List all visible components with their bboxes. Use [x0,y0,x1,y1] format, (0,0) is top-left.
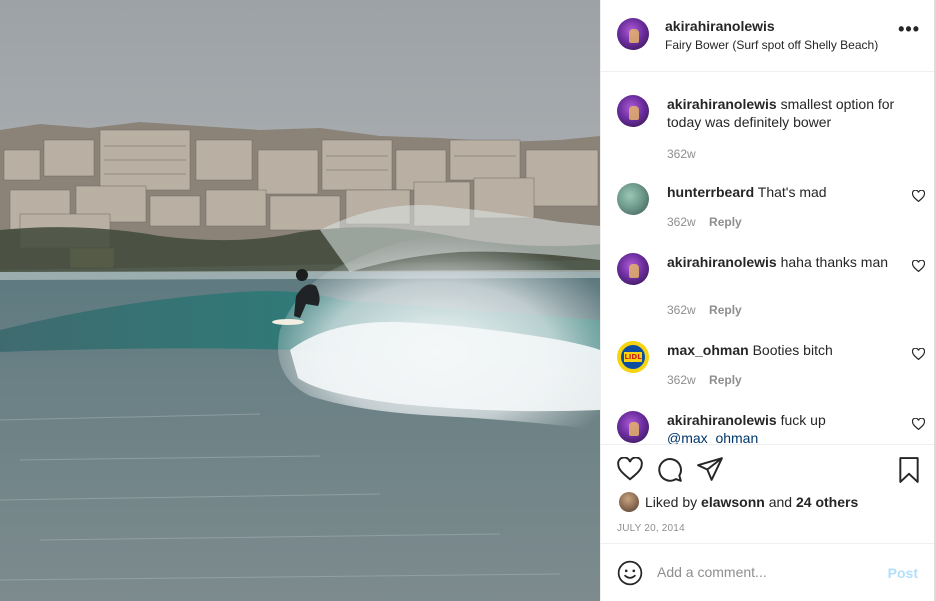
post-details-panel: akirahiranolewis Fairy Bower (Surf spot … [600,0,936,601]
comment-item: LIDL max_ohman Booties bitch 362w Reply [617,341,926,391]
comment-meta: 362w Reply [667,215,742,229]
like-comment-heart-icon[interactable] [911,259,926,275]
commenter-avatar[interactable] [617,183,649,215]
author-avatar[interactable] [617,18,649,50]
comment-body: akirahiranolewis haha thanks man [667,253,897,271]
comment-username[interactable]: akirahiranolewis [667,412,777,428]
post-comment-button[interactable]: Post [888,565,918,581]
comment-icon[interactable] [657,457,683,486]
caption-comment: akirahiranolewis smallest option for tod… [617,95,917,165]
comment-time[interactable]: 362w [667,303,696,317]
reply-button[interactable]: Reply [709,303,742,317]
bookmark-icon[interactable] [898,457,920,486]
post-date[interactable]: JULY 20, 2014 [617,523,685,534]
post-actions: Liked by elawsonn and 24 others JULY 20,… [601,444,934,544]
more-options-icon[interactable]: ••• [898,20,920,38]
comment-text: Booties bitch [752,342,833,358]
comment-time[interactable]: 362w [667,373,696,387]
comment-username[interactable]: akirahiranolewis [667,96,777,112]
post-photo[interactable] [0,0,600,601]
reply-button[interactable]: Reply [709,373,742,387]
comment-time[interactable]: 362w [667,215,696,229]
comment-meta: 362w [667,147,696,161]
comment-text: fuck up [780,412,826,428]
like-comment-heart-icon[interactable] [911,189,926,205]
author-username[interactable]: akirahiranolewis [665,18,775,34]
likes-joiner: and [768,494,793,510]
reply-button[interactable]: Reply [709,215,742,229]
comments-list[interactable]: akirahiranolewis smallest option for tod… [601,73,934,444]
likes-others-link[interactable]: 24 others [796,494,858,510]
commenter-avatar[interactable] [617,253,649,285]
commenter-avatar[interactable] [617,95,649,127]
post-header: akirahiranolewis Fairy Bower (Surf spot … [601,0,934,72]
comment-meta: 362w Reply [667,373,742,387]
comment-body: akirahiranolewis smallest option for tod… [667,95,897,131]
surf-photo-image [0,0,600,601]
post-location[interactable]: Fairy Bower (Surf spot off Shelly Beach) [665,38,878,52]
comment-text: That's mad [757,184,827,200]
comment-item: akirahiranolewis fuck up @max_ohman [617,411,926,444]
comment-body: akirahiranolewis fuck up @max_ohman [667,411,897,444]
comment-text: haha thanks man [780,254,889,270]
comment-body: hunterrbeard That's mad [667,183,897,201]
commenter-avatar[interactable]: LIDL [617,341,649,373]
comment-time[interactable]: 362w [667,147,696,161]
comment-item: akirahiranolewis haha thanks man 362w Re… [617,253,926,323]
comment-item: hunterrbeard That's mad 362w Reply [617,183,926,233]
comment-body: max_ohman Booties bitch [667,341,897,359]
share-icon[interactable] [697,457,723,484]
comment-input[interactable]: Add a comment... [657,564,877,580]
add-comment-bar: Add a comment... Post [601,545,934,601]
comment-meta: 362w Reply [667,303,742,317]
comment-username[interactable]: hunterrbeard [667,184,754,200]
like-comment-heart-icon[interactable] [911,347,926,363]
lidl-logo-text: LIDL [624,352,642,362]
comment-username[interactable]: max_ohman [667,342,749,358]
comment-username[interactable]: akirahiranolewis [667,254,777,270]
liker-username[interactable]: elawsonn [701,494,765,510]
likes-text: Liked by elawsonn and 24 others [645,494,858,510]
emoji-icon[interactable] [617,560,643,589]
likes-prefix: Liked by [645,494,698,510]
commenter-avatar[interactable] [617,411,649,443]
heart-icon[interactable] [617,456,643,484]
comment-mention-link[interactable]: @max_ohman [667,430,758,444]
like-comment-heart-icon[interactable] [911,417,926,433]
liker-avatar[interactable] [619,492,639,512]
